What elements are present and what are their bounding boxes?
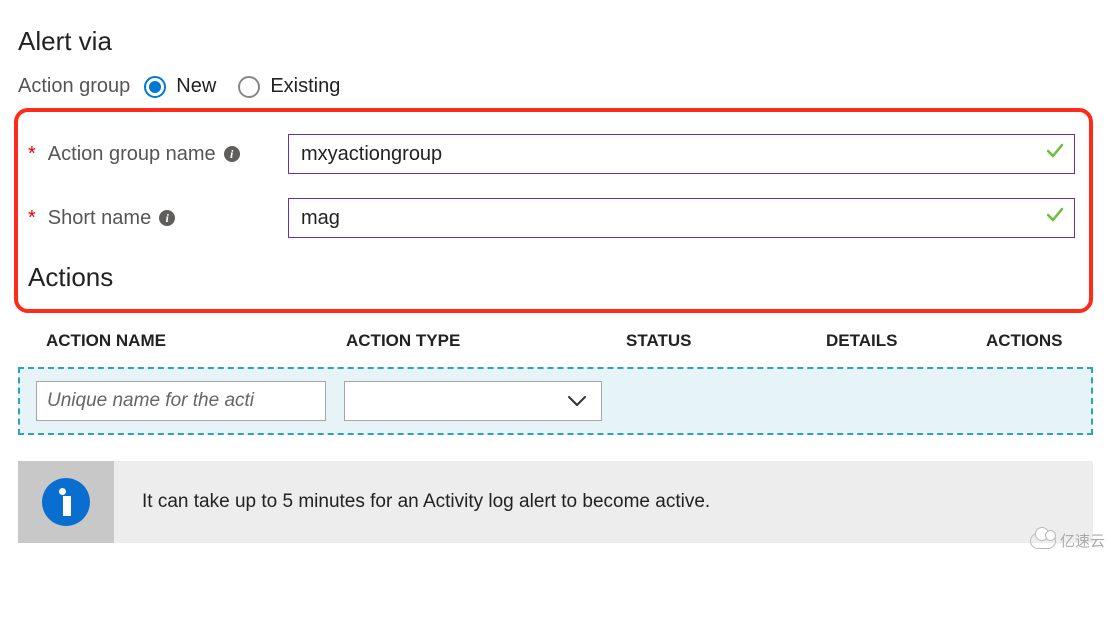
validation-check-icon	[1045, 205, 1065, 231]
label-short-name: Short name	[48, 207, 151, 230]
info-icon[interactable]: i	[159, 210, 175, 226]
action-group-radio-row: Action group New Existing	[18, 75, 1093, 98]
input-action-group-name[interactable]	[288, 134, 1075, 174]
col-action-name: ACTION NAME	[46, 331, 346, 351]
info-banner: It can take up to 5 minutes for an Activ…	[18, 461, 1093, 543]
col-actions: ACTIONS	[986, 331, 1073, 351]
info-icon[interactable]: i	[224, 146, 240, 162]
row-short-name: * Short name i	[28, 198, 1075, 238]
radio-circle-icon	[144, 76, 166, 98]
radio-new-label: New	[176, 75, 216, 98]
section-title-actions: Actions	[28, 262, 1075, 293]
required-star-icon: *	[28, 143, 36, 166]
radio-existing-label: Existing	[270, 75, 340, 98]
col-details: DETAILS	[826, 331, 986, 351]
dropdown-action-type[interactable]	[344, 381, 602, 421]
required-star-icon: *	[28, 207, 36, 230]
chevron-down-icon	[567, 395, 587, 407]
radio-new[interactable]: New	[144, 75, 216, 98]
action-row-new	[18, 367, 1093, 435]
col-status: STATUS	[626, 331, 826, 351]
highlight-annotation: * Action group name i * Short name i	[14, 108, 1093, 313]
info-banner-icon-cell	[18, 461, 114, 543]
label-action-group-name: Action group name	[48, 143, 216, 166]
radio-existing[interactable]: Existing	[238, 75, 340, 98]
action-group-label: Action group	[18, 75, 130, 98]
input-action-name[interactable]	[36, 381, 326, 421]
info-circle-icon	[42, 478, 90, 526]
actions-column-headers: ACTION NAME ACTION TYPE STATUS DETAILS A…	[18, 321, 1093, 367]
row-action-group-name: * Action group name i	[28, 134, 1075, 174]
radio-circle-icon	[238, 76, 260, 98]
info-banner-message: It can take up to 5 minutes for an Activ…	[114, 461, 1093, 543]
section-title-alert-via: Alert via	[18, 26, 1093, 57]
col-action-type: ACTION TYPE	[346, 331, 626, 351]
input-short-name[interactable]	[288, 198, 1075, 238]
validation-check-icon	[1045, 141, 1065, 167]
